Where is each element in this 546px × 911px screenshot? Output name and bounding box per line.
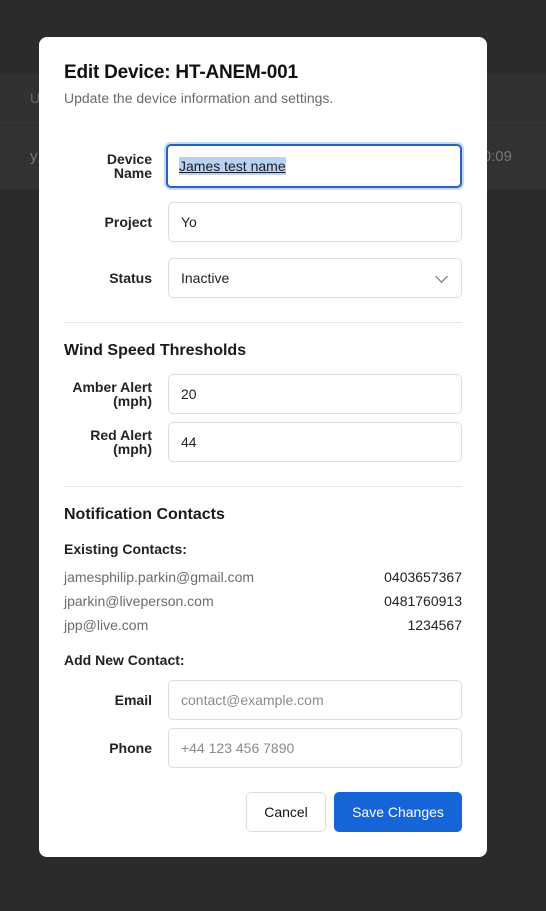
existing-contacts-heading: Existing Contacts: — [64, 541, 187, 557]
new-email-label: Email — [114, 692, 152, 708]
device-name-label: Device Name — [64, 152, 152, 180]
contact-phone: 0403657367 — [384, 569, 462, 585]
existing-contacts-list: jamesphilip.parkin@gmail.com 0403657367 … — [64, 565, 462, 637]
device-name-input[interactable]: James test name — [166, 144, 462, 188]
contact-email: jpp@live.com — [64, 617, 149, 633]
amber-alert-label: Amber Alert (mph) — [64, 380, 152, 408]
contact-phone: 0481760913 — [384, 593, 462, 609]
amber-alert-row: Amber Alert (mph) 20 — [64, 374, 462, 414]
background-row-right: 0:09 — [482, 148, 512, 165]
email-placeholder: contact@example.com — [181, 692, 324, 708]
dialog-actions: Cancel Save Changes — [246, 792, 462, 832]
red-alert-value: 44 — [181, 434, 197, 450]
contact-email: jparkin@liveperson.com — [64, 593, 214, 609]
project-value: Yo — [181, 214, 197, 230]
dialog-subtitle: Update the device information and settin… — [64, 90, 334, 106]
project-row: Project Yo — [64, 202, 462, 242]
status-row: Status Inactive — [64, 258, 462, 298]
status-label: Status — [109, 270, 152, 286]
red-alert-label-line1: Red Alert — [90, 427, 152, 443]
new-email-row: Email contact@example.com — [64, 680, 462, 720]
red-alert-label-line2: (mph) — [113, 441, 152, 457]
red-alert-label: Red Alert (mph) — [64, 428, 152, 456]
dialog-title: Edit Device: HT-ANEM-001 — [64, 62, 298, 83]
contacts-title: Notification Contacts — [64, 506, 225, 523]
save-changes-button[interactable]: Save Changes — [334, 792, 462, 832]
amber-alert-value: 20 — [181, 386, 197, 402]
contact-row: jpp@live.com 1234567 — [64, 613, 462, 637]
divider — [64, 322, 462, 323]
add-contact-heading: Add New Contact: — [64, 652, 185, 668]
new-phone-row: Phone +44 123 456 7890 — [64, 728, 462, 768]
device-name-row: Device Name James test name — [64, 144, 462, 188]
divider — [64, 486, 462, 487]
contact-email: jamesphilip.parkin@gmail.com — [64, 569, 255, 585]
contact-row: jparkin@liveperson.com 0481760913 — [64, 589, 462, 613]
thresholds-title: Wind Speed Thresholds — [64, 342, 247, 359]
amber-alert-label-line1: Amber Alert — [72, 379, 152, 395]
status-select[interactable]: Inactive — [168, 258, 462, 298]
background-row-left: y — [30, 148, 38, 165]
cancel-button[interactable]: Cancel — [246, 792, 326, 832]
contact-row: jamesphilip.parkin@gmail.com 0403657367 — [64, 565, 462, 589]
new-phone-label: Phone — [109, 740, 152, 756]
device-name-label-line1: Device — [106, 151, 152, 167]
new-phone-input[interactable]: +44 123 456 7890 — [168, 728, 462, 768]
project-input[interactable]: Yo — [168, 202, 462, 242]
red-alert-row: Red Alert (mph) 44 — [64, 422, 462, 462]
project-label: Project — [104, 214, 152, 230]
chevron-down-icon — [435, 269, 448, 283]
device-name-label-line2: Name — [113, 165, 152, 181]
new-email-input[interactable]: contact@example.com — [168, 680, 462, 720]
amber-alert-label-line2: (mph) — [113, 393, 152, 409]
status-value: Inactive — [181, 270, 230, 286]
device-name-value: James test name — [179, 157, 286, 175]
phone-placeholder: +44 123 456 7890 — [181, 740, 295, 756]
edit-device-dialog: Edit Device: HT-ANEM-001 Update the devi… — [39, 37, 487, 857]
red-alert-input[interactable]: 44 — [168, 422, 462, 462]
contact-phone: 1234567 — [407, 617, 462, 633]
amber-alert-input[interactable]: 20 — [168, 374, 462, 414]
